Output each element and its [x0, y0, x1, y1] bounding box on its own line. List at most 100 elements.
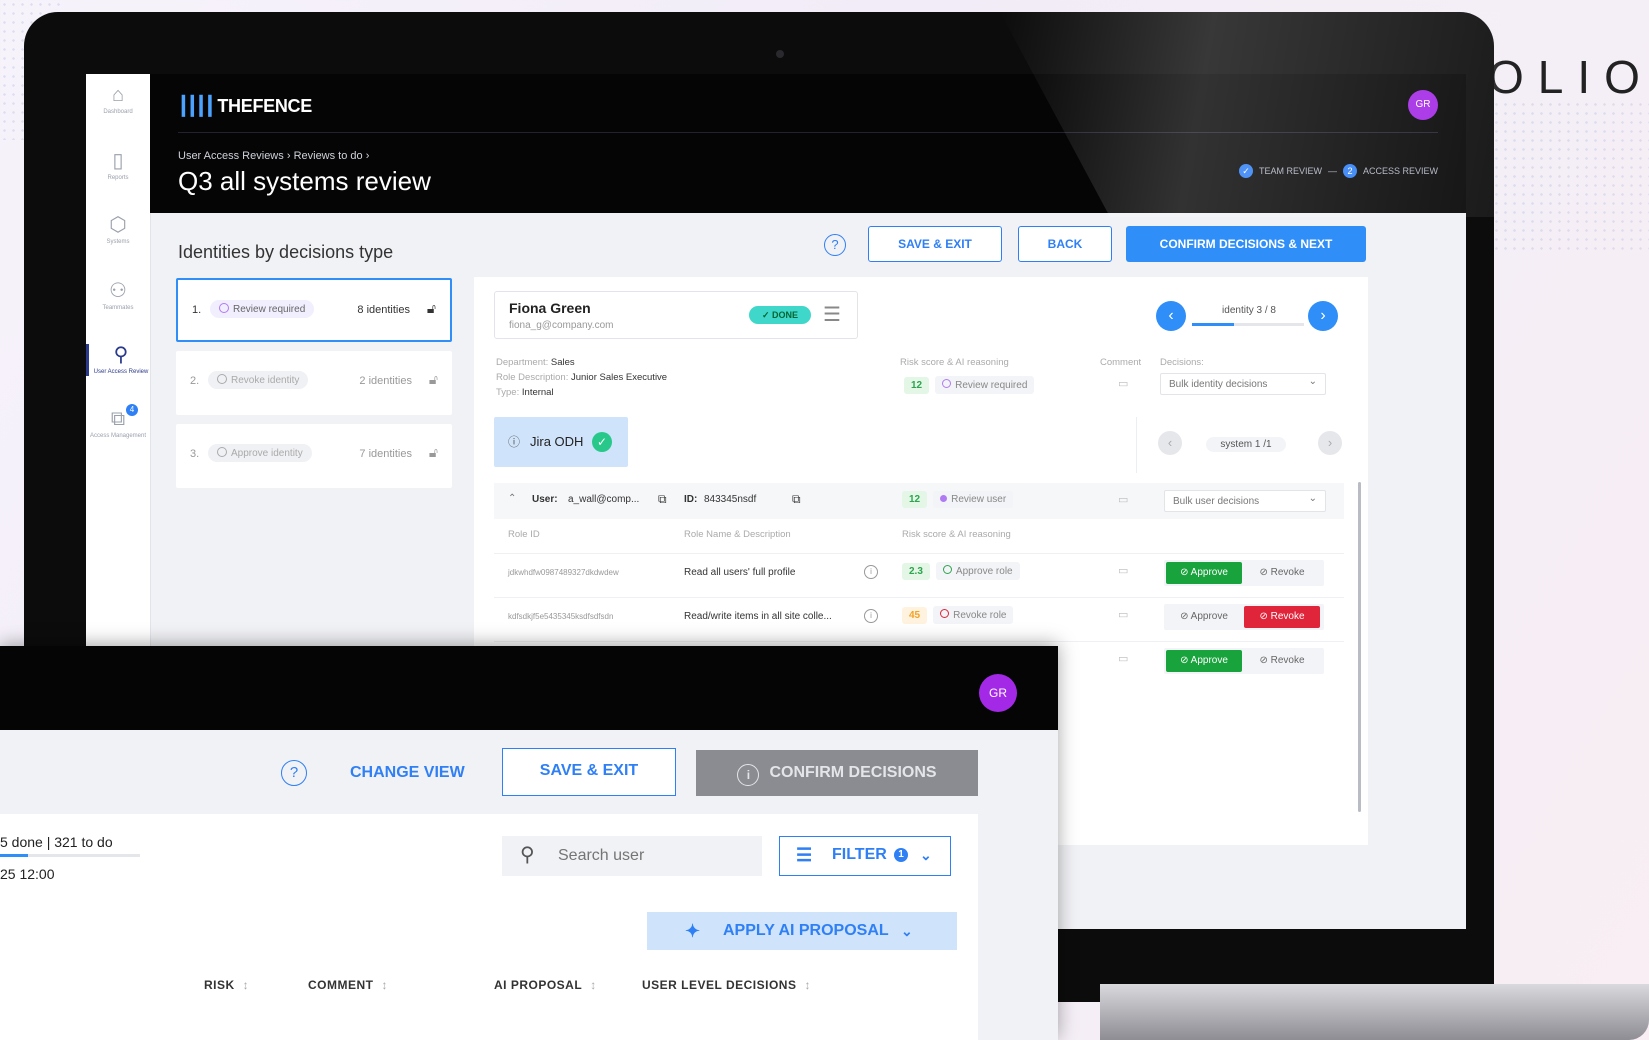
filter-count-badge: 1 [894, 848, 908, 862]
revoke-button[interactable]: ⊘ Revoke [1244, 562, 1320, 584]
section-title: Identities by decisions type [178, 242, 394, 262]
comment-icon[interactable]: ▭ [1118, 608, 1128, 621]
avatar[interactable]: GR [1408, 90, 1438, 120]
change-view-button[interactable]: CHANGE VIEW [350, 764, 465, 782]
check-icon: ✓ [1238, 164, 1253, 178]
comment-icon[interactable]: ▭ [1118, 564, 1128, 577]
search-user-icon: ⚲ [113, 344, 129, 366]
revoke-button[interactable]: ⊘ Revoke [1244, 650, 1320, 672]
confirm-decisions-button[interactable]: i CONFIRM DECISIONS [696, 750, 978, 796]
user-label: User: [532, 494, 558, 505]
sidebar-item-reports[interactable]: ▯ Reports [86, 150, 150, 182]
collapse-icon[interactable]: ⌃ [508, 493, 516, 504]
next-identity-button[interactable]: › [1308, 301, 1338, 331]
status-badge-label: DONE [772, 310, 799, 320]
risk-score: 45 [902, 607, 928, 624]
comment-icon[interactable]: ▭ [1118, 493, 1128, 506]
save-exit-button[interactable]: SAVE & EXIT [502, 748, 676, 796]
approve-button[interactable]: ⊘ Approve [1166, 562, 1242, 584]
info-icon: ⓘ [508, 435, 521, 449]
breadcrumb-separator: › [286, 150, 291, 162]
column-header-comment[interactable]: COMMENT ↕ [308, 978, 388, 992]
info-icon[interactable]: i [864, 609, 878, 623]
decisions-label: Decisions: [1160, 357, 1204, 368]
approve-button[interactable]: ⊘ Approve [1166, 606, 1242, 628]
status-dot-icon [942, 379, 952, 388]
identity-count: 8 identities [357, 304, 410, 316]
revoke-button[interactable]: ⊘ Revoke [1244, 606, 1320, 628]
column-header-role-id: Role ID [508, 529, 540, 540]
column-label: COMMENT [308, 978, 374, 992]
step-connector: — [1327, 166, 1337, 176]
info-icon[interactable]: i [864, 565, 878, 579]
status-dot-icon [217, 447, 227, 457]
revoke-label: Revoke [1270, 655, 1305, 666]
role-decision: ⊘ Approve ⊘ Revoke [1164, 604, 1324, 630]
prev-system-button[interactable]: ‹ [1158, 431, 1182, 455]
role-value: Junior Sales Executive [570, 372, 668, 383]
decision-type-approve[interactable]: 3. Approve identity 7 identities 🔓︎ [176, 424, 452, 488]
approve-label: Approve [1190, 567, 1228, 578]
help-icon[interactable]: ? [824, 234, 846, 256]
type-line: Type: Internal [496, 387, 554, 398]
column-header-ai-proposal[interactable]: AI PROPOSAL ↕ [494, 978, 597, 992]
role-name: Read/write items in all site colle... [684, 611, 832, 622]
comment-icon[interactable]: ▭ [1118, 377, 1128, 390]
sidebar-item-systems[interactable]: ⬡ Systems [86, 214, 150, 246]
filter-button[interactable]: ☰ FILTER 1 ⌄ [779, 836, 951, 876]
bulk-user-select[interactable]: Bulk user decisions [1164, 488, 1326, 512]
decision-type-revoke[interactable]: 2. Revoke identity 2 identities 🔓︎ [176, 351, 452, 415]
status-dot-icon [219, 303, 229, 313]
risk-reason-text: Revoke role [953, 610, 1007, 621]
scrollbar[interactable] [1358, 482, 1361, 812]
avatar[interactable]: GR [979, 674, 1017, 712]
user-row: ⌃ User: a_wall@comp... ⧉ ID: 843345nsdf … [494, 483, 1344, 519]
laptop-camera [776, 50, 784, 58]
sidebar-item-dashboard[interactable]: ⌂ Dashboard [86, 84, 150, 116]
risk-reason-text: Review user [951, 494, 1007, 505]
notification-badge: 4 [126, 404, 138, 416]
role-risk: 2.3 Approve role [902, 562, 1020, 580]
identity-card: Fiona Green fiona_g@company.com ✓ DONE ☰ [494, 291, 858, 339]
breadcrumb-item-uar[interactable]: User Access Reviews [178, 150, 284, 162]
apply-ai-proposal-button[interactable]: ✦ APPLY AI PROPOSAL ⌄ [647, 912, 957, 950]
status-dot-icon [942, 565, 952, 574]
step-label: TEAM REVIEW [1258, 166, 1322, 176]
next-system-button[interactable]: › [1318, 431, 1342, 455]
page-title: Q3 all systems review [178, 166, 431, 196]
chip-label: Review required [233, 304, 306, 315]
risk-score: 12 [902, 491, 928, 508]
search-input[interactable] [502, 836, 762, 876]
bulk-identity-select[interactable]: Bulk identity decisions [1160, 371, 1326, 395]
column-header-user-decisions[interactable]: USER LEVEL DECISIONS ↕ [642, 978, 811, 992]
fence-logo-icon: ┃┃┃┃ [178, 96, 215, 116]
meta-label: Type: [496, 387, 520, 398]
comment-icon[interactable]: ▭ [1118, 652, 1128, 665]
prev-identity-button[interactable]: ‹ [1156, 301, 1186, 331]
decision-type-number: 2. [190, 375, 200, 387]
search-icon: ⚲ [520, 844, 535, 866]
sidebar-item-teammates[interactable]: ⚇ Teammates [86, 280, 150, 312]
package-icon: ⧉ [110, 408, 126, 430]
save-exit-button[interactable]: SAVE & EXIT [868, 226, 1002, 262]
approve-button[interactable]: ⊘ Approve [1166, 650, 1242, 672]
back-button[interactable]: BACK [1018, 226, 1112, 262]
apply-ai-label: APPLY AI PROPOSAL [723, 922, 889, 939]
status-dot-icon [940, 609, 950, 618]
sidebar-item-access-management[interactable]: ⧉ 4 Access Management [86, 404, 150, 440]
secondary-window: GR ? CHANGE VIEW SAVE & EXIT i CONFIRM DE… [0, 646, 1058, 1040]
column-header-risk[interactable]: RISK ↕ [204, 978, 249, 992]
system-card[interactable]: ⓘ Jira ODH ✓ [494, 417, 628, 467]
copy-icon[interactable]: ⧉ [792, 492, 801, 507]
confirm-next-button[interactable]: CONFIRM DECISIONS & NEXT [1126, 226, 1366, 262]
role-name: Read all users' full profile [684, 567, 796, 578]
sort-icon: ↕ [381, 978, 388, 992]
sidebar-item-user-access-review[interactable]: ⚲ User Access Review [86, 344, 153, 376]
help-icon[interactable]: ? [281, 760, 307, 786]
list-menu-icon[interactable]: ☰ [823, 302, 841, 327]
decision-type-review-required[interactable]: 1. Review required 8 identities 🔓︎ [176, 278, 452, 342]
identity-email: fiona_g@company.com [509, 320, 614, 331]
check-icon: ✓ [761, 310, 773, 320]
copy-icon[interactable]: ⧉ [658, 492, 667, 507]
breadcrumb-item-reviews[interactable]: Reviews to do [294, 150, 363, 162]
